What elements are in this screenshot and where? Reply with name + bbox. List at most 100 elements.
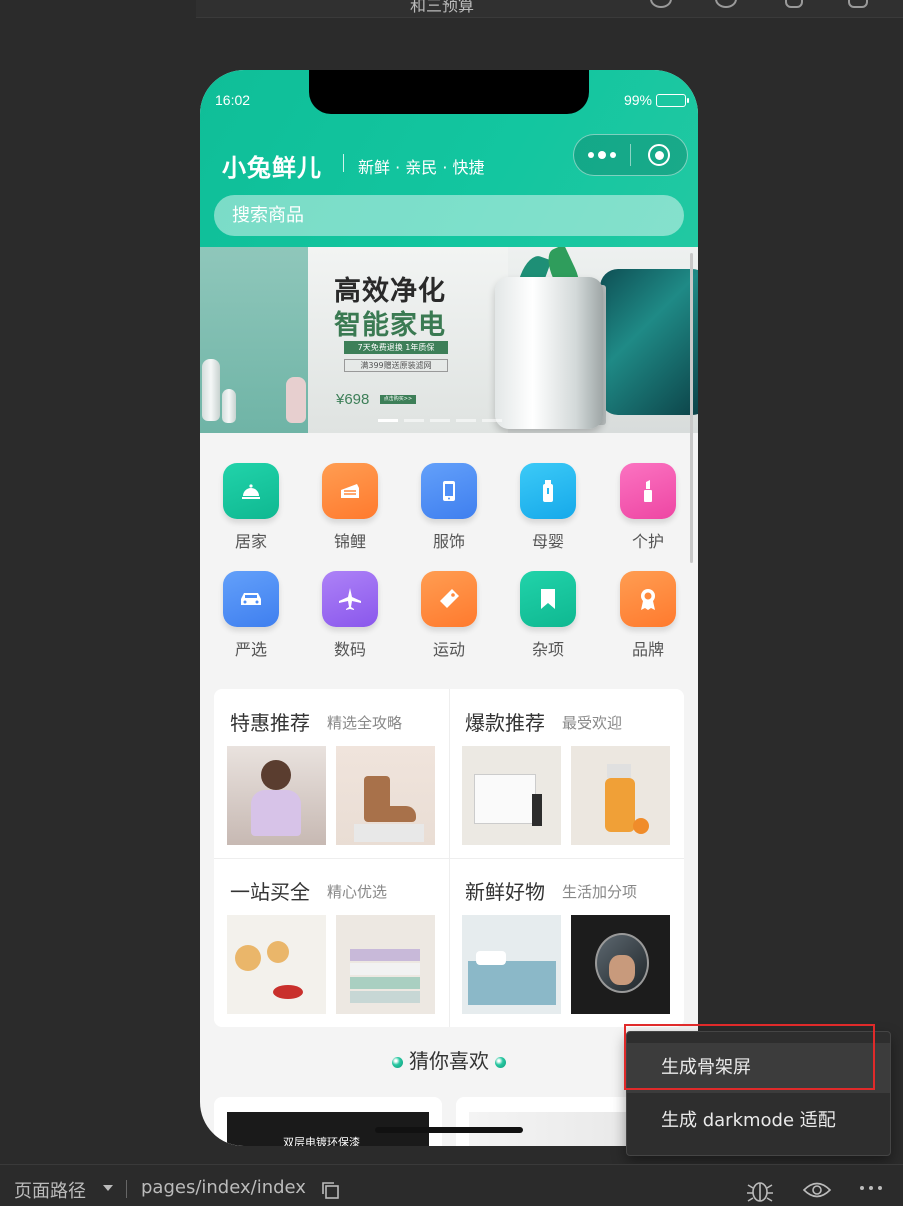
recommend-title: 爆款推荐 bbox=[465, 711, 545, 735]
banner-leaf-decoration bbox=[600, 269, 698, 415]
category-item-home[interactable]: 居家 bbox=[211, 463, 291, 552]
category-item-clothing[interactable]: 服饰 bbox=[409, 463, 489, 552]
car-icon bbox=[223, 571, 279, 627]
category-label: 居家 bbox=[234, 532, 267, 551]
category-label: 运动 bbox=[432, 640, 465, 659]
tag-icon bbox=[421, 571, 477, 627]
banner-wall bbox=[200, 247, 308, 433]
annotation-highlight-box bbox=[624, 1024, 875, 1090]
more-icon[interactable] bbox=[858, 1179, 884, 1197]
banner-tag-1: 7天免费退换 1年质保 bbox=[344, 341, 448, 354]
window-icon[interactable] bbox=[848, 0, 868, 8]
phone-preview-icon[interactable] bbox=[785, 0, 803, 8]
chevron-down-icon[interactable] bbox=[103, 1185, 113, 1191]
recommend-subtitle: 生活加分项 bbox=[562, 883, 638, 901]
recommend-title: 一站买全 bbox=[230, 880, 310, 904]
recommend-subtitle: 精心优选 bbox=[327, 883, 388, 901]
search-input[interactable]: 搜索商品 bbox=[214, 195, 684, 236]
category-label: 品牌 bbox=[631, 640, 664, 659]
spray-bottle-photo[interactable] bbox=[571, 746, 670, 845]
towel-photo[interactable] bbox=[336, 915, 435, 1014]
category-item-baby[interactable]: 母婴 bbox=[508, 463, 588, 552]
category-label: 服饰 bbox=[432, 532, 465, 551]
category-item-brand[interactable]: 品牌 bbox=[608, 571, 688, 660]
plane-icon bbox=[322, 571, 378, 627]
status-time: 16:02 bbox=[215, 92, 251, 108]
recommend-cell-deals[interactable]: 特惠推荐 精选全攻略 bbox=[214, 689, 449, 858]
ide-top-toolbar: 和三预算 bbox=[0, 0, 903, 18]
air-purifier-image bbox=[495, 277, 603, 429]
phone-simulator: 16:02 99% 小兔鲜儿 新鲜 · 亲民 · 快捷 搜索商品 高效净化 智能… bbox=[200, 70, 698, 1146]
baby-photo[interactable] bbox=[227, 746, 326, 845]
bubble-icon bbox=[392, 1057, 403, 1068]
category-item-misc[interactable]: 杂项 bbox=[508, 571, 588, 660]
banner-buy-button[interactable]: 点击购买>> bbox=[380, 395, 416, 404]
brand-logo: 小兔鲜儿 bbox=[222, 154, 322, 182]
category-item-selection[interactable]: 严选 bbox=[211, 571, 291, 660]
product-card[interactable]: 双层电镀环保漆 bbox=[214, 1097, 442, 1146]
banner-tag-2: 满399赠送原装滤网 bbox=[344, 359, 448, 372]
page-path-dropdown[interactable]: 页面路径 bbox=[14, 1177, 86, 1203]
more-dots-icon[interactable] bbox=[574, 135, 630, 175]
ide-bottom-bar: 页面路径 pages/index/index bbox=[0, 1164, 903, 1206]
banner-price: ¥698 bbox=[336, 391, 370, 408]
ide-top-strip: 和三预算 bbox=[196, 0, 903, 18]
category-label: 锦鲤 bbox=[333, 532, 366, 551]
copy-icon[interactable] bbox=[320, 1180, 340, 1200]
recommend-subtitle: 精选全攻略 bbox=[327, 714, 403, 732]
category-label: 母婴 bbox=[531, 532, 564, 551]
category-item-koi[interactable]: 锦鲤 bbox=[310, 463, 390, 552]
eye-icon[interactable] bbox=[802, 1179, 832, 1201]
category-label: 数码 bbox=[333, 640, 366, 659]
phone-notch bbox=[309, 70, 589, 114]
battery-icon bbox=[656, 93, 689, 107]
bottle-icon bbox=[520, 463, 576, 519]
tissue-box-photo[interactable] bbox=[462, 746, 561, 845]
home-indicator bbox=[375, 1127, 523, 1133]
brand-divider bbox=[343, 154, 344, 172]
banner-carousel[interactable]: 高效净化 智能家电 7天免费退换 1年质保 满399赠送原装滤网 ¥698 点击… bbox=[200, 247, 698, 433]
helmet-photo[interactable] bbox=[571, 915, 670, 1014]
category-item-digital[interactable]: 数码 bbox=[310, 571, 390, 660]
menu-item-darkmode[interactable]: 生成 darkmode 适配 bbox=[627, 1096, 890, 1146]
category-label: 个护 bbox=[631, 532, 664, 551]
close-circle-icon[interactable] bbox=[631, 144, 687, 166]
bubble-icon bbox=[495, 1057, 506, 1068]
recommend-cell-hot[interactable]: 爆款推荐 最受欢迎 bbox=[449, 689, 684, 858]
recommend-cell-onestop[interactable]: 一站买全 精心优选 bbox=[214, 858, 449, 1027]
record-icon[interactable] bbox=[715, 0, 737, 8]
banner-indicator bbox=[378, 419, 502, 422]
category-grid: 居家 锦鲤 服饰 母婴 个护 严选 数码 运动 杂项 品牌 bbox=[200, 433, 698, 683]
phone-icon bbox=[421, 463, 477, 519]
category-label: 杂项 bbox=[531, 640, 564, 659]
cloche-icon bbox=[223, 463, 279, 519]
bug-icon[interactable] bbox=[745, 1176, 775, 1204]
boot-photo[interactable] bbox=[336, 746, 435, 845]
guess-title: 猜你喜欢 bbox=[409, 1049, 489, 1073]
scrollbar[interactable] bbox=[690, 253, 693, 563]
divider bbox=[126, 1180, 127, 1198]
recommend-subtitle: 最受欢迎 bbox=[562, 714, 623, 732]
miniprogram-capsule bbox=[573, 134, 688, 176]
bookmark-icon bbox=[520, 571, 576, 627]
tea-photo[interactable] bbox=[227, 915, 326, 1014]
badge-icon bbox=[620, 571, 676, 627]
product-card-text: 双层电镀环保漆 bbox=[283, 1136, 360, 1146]
category-item-sports[interactable]: 运动 bbox=[409, 571, 489, 660]
recommend-title: 特惠推荐 bbox=[230, 711, 310, 735]
page-path-value: pages/index/index bbox=[141, 1177, 306, 1198]
category-label: 严选 bbox=[234, 640, 267, 659]
battery-percent: 99% bbox=[623, 92, 652, 108]
recommend-cell-fresh[interactable]: 新鲜好物 生活加分项 bbox=[449, 858, 684, 1027]
status-battery: 99% bbox=[623, 92, 689, 108]
bedding-photo[interactable] bbox=[462, 915, 561, 1014]
refresh-icon[interactable] bbox=[650, 0, 672, 8]
lipstick-icon bbox=[620, 463, 676, 519]
ide-top-text: 和三预算 bbox=[410, 0, 475, 15]
category-item-personal-care[interactable]: 个护 bbox=[608, 463, 688, 552]
banner-title-2: 智能家电 bbox=[334, 310, 446, 341]
recommend-panel: 特惠推荐 精选全攻略 爆款推荐 最受欢迎 一站买全 精心优选 新鲜好物 生活加分… bbox=[214, 689, 684, 1027]
brand-slogan: 新鲜 · 亲民 · 快捷 bbox=[358, 158, 485, 177]
recommend-title: 新鲜好物 bbox=[465, 880, 545, 904]
cake-icon bbox=[322, 463, 378, 519]
